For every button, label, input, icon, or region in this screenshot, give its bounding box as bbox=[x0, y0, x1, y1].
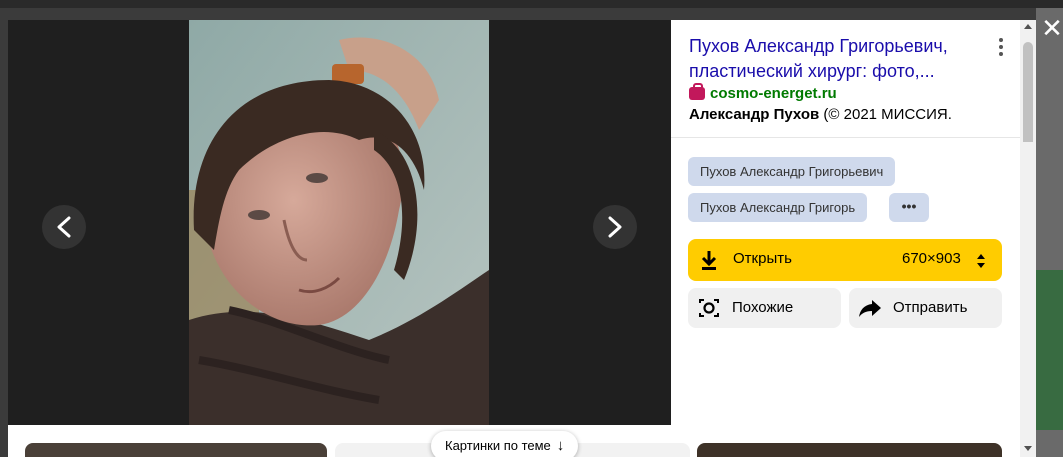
camera-search-icon bbox=[699, 299, 719, 317]
image-size-select[interactable]: 670×903 bbox=[902, 250, 961, 267]
image-title-link[interactable]: Пухов Александр Григорьевич, пластически… bbox=[689, 34, 979, 84]
scroll-down-icon[interactable] bbox=[1024, 446, 1032, 451]
prev-image-button[interactable] bbox=[42, 205, 86, 249]
next-image-button[interactable] bbox=[593, 205, 637, 249]
arrow-down-icon: ↓ bbox=[556, 437, 565, 454]
tag-chip[interactable]: Пухов Александр Григорьевич bbox=[688, 157, 896, 186]
main-photo[interactable] bbox=[189, 20, 489, 425]
more-options-icon[interactable] bbox=[994, 38, 1008, 58]
top-bar bbox=[0, 0, 1063, 8]
panel-scrollbar[interactable] bbox=[1020, 20, 1036, 457]
related-thumbnail[interactable] bbox=[25, 443, 327, 457]
scrollbar-thumb[interactable] bbox=[1023, 42, 1033, 142]
related-thumbnail[interactable] bbox=[697, 443, 1002, 457]
more-tags-button[interactable]: ••• bbox=[889, 193, 929, 222]
size-select-arrows-icon[interactable] bbox=[977, 253, 985, 269]
source-row: cosmo-energet.ru bbox=[689, 82, 837, 102]
share-button[interactable]: Отправить bbox=[849, 288, 1002, 328]
chevron-left-icon bbox=[57, 216, 71, 238]
related-images-label: Картинки по теме bbox=[445, 438, 551, 453]
open-label: Открыть bbox=[733, 250, 792, 267]
open-image-button[interactable]: Открыть 670×903 bbox=[688, 239, 1002, 281]
backdrop-green-block bbox=[1036, 270, 1063, 430]
description-text: (© 2021 МИССИЯ. bbox=[819, 106, 952, 123]
info-panel: Пухов Александр Григорьевич, пластически… bbox=[671, 20, 1020, 425]
image-viewer-modal: Пухов Александр Григорьевич, пластически… bbox=[8, 20, 1036, 457]
share-label: Отправить bbox=[893, 299, 968, 316]
close-icon[interactable]: ✕ bbox=[1041, 14, 1063, 42]
page-backdrop bbox=[1036, 8, 1063, 457]
related-images-button[interactable]: Картинки по теме ↓ bbox=[431, 431, 579, 457]
tag-chip[interactable]: Пухов Александр Григорь bbox=[688, 193, 868, 222]
divider bbox=[671, 137, 1020, 138]
source-link[interactable]: cosmo-energet.ru bbox=[710, 85, 837, 102]
image-viewer bbox=[8, 20, 671, 425]
similar-images-button[interactable]: Похожие bbox=[688, 288, 841, 328]
scroll-up-icon[interactable] bbox=[1024, 24, 1032, 29]
chevron-right-icon bbox=[608, 216, 622, 238]
similar-label: Похожие bbox=[732, 299, 794, 316]
download-icon bbox=[701, 251, 717, 270]
share-arrow-icon bbox=[859, 300, 881, 317]
description-author: Александр Пухов bbox=[689, 106, 820, 123]
image-description: Александр Пухов (© 2021 МИССИЯ. bbox=[689, 106, 952, 123]
shopping-bag-icon bbox=[689, 82, 705, 100]
